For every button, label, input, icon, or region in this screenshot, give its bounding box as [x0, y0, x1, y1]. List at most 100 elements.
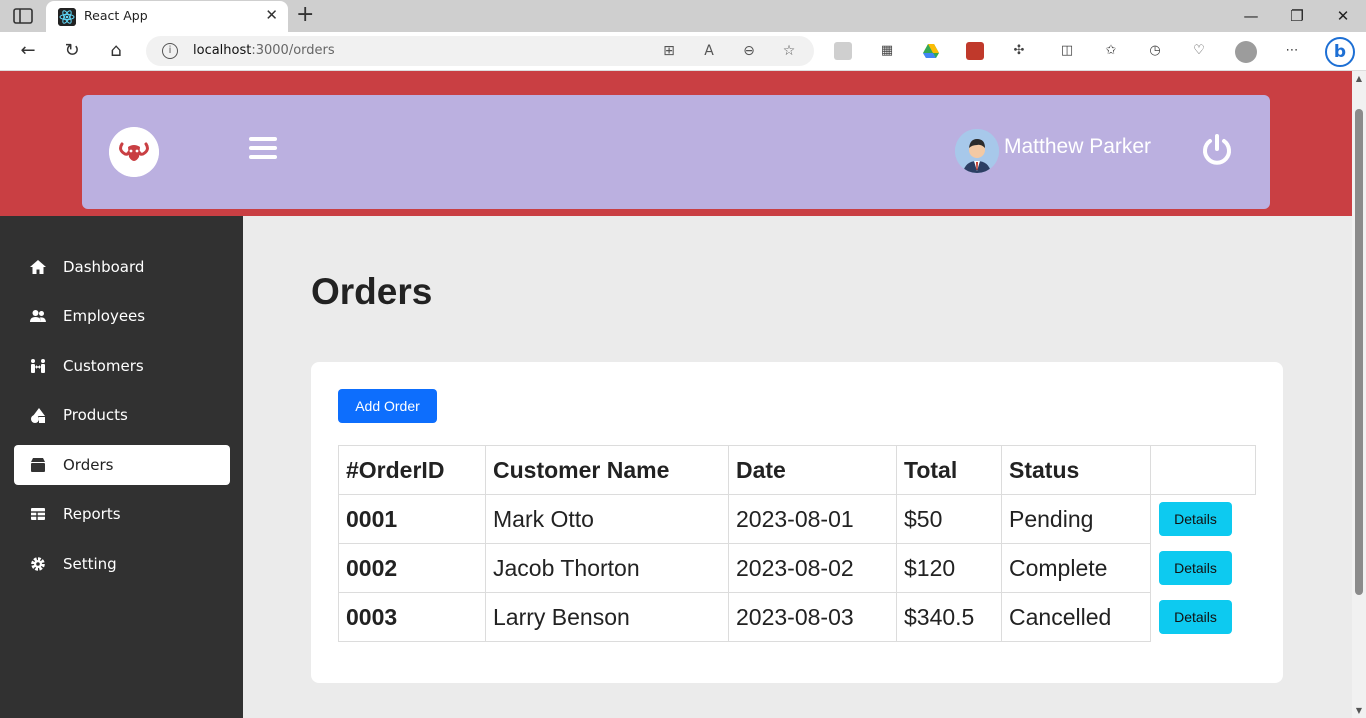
sidebar-item-setting[interactable]: Setting — [14, 544, 230, 584]
split-screen-icon[interactable]: ◫ — [1058, 42, 1076, 60]
scrollbar-thumb[interactable] — [1355, 109, 1363, 595]
date-cell: 2023-08-01 — [728, 494, 897, 544]
date-cell: 2023-08-02 — [728, 543, 897, 593]
customer-name-cell: Mark Otto — [485, 494, 729, 544]
sidebar-item-label: Reports — [63, 505, 121, 523]
scroll-up-icon[interactable]: ▲ — [1354, 74, 1364, 83]
status-cell: Complete — [1001, 543, 1151, 593]
table-icon — [31, 508, 45, 520]
sidebar-item-customers[interactable]: Customers — [14, 346, 230, 386]
close-tab-icon[interactable]: ✕ — [265, 6, 278, 24]
page-scrollbar[interactable]: ▲ ▼ — [1352, 71, 1366, 718]
sidebar-item-label: Dashboard — [63, 258, 145, 276]
add-order-button[interactable]: Add Order — [338, 389, 437, 423]
extension-red-icon[interactable] — [966, 42, 984, 60]
column-header-actions — [1150, 445, 1256, 495]
sidebar: Dashboard Employees Customers Products O… — [0, 216, 243, 718]
orders-card: Add Order #OrderID Customer Name Date To… — [311, 362, 1283, 683]
sidebar-item-label: Products — [63, 406, 128, 424]
ram-logo-icon[interactable] — [109, 127, 159, 177]
page-viewport: Matthew Parker Dashboard Employees Custo… — [0, 71, 1352, 718]
column-header-date: Date — [728, 445, 897, 495]
total-cell: $120 — [896, 543, 1002, 593]
shapes-icon — [31, 408, 45, 423]
address-bar[interactable]: i localhost:3000/orders ⊞ A ⊖ ☆ — [146, 36, 814, 66]
favorite-star-icon[interactable]: ☆ — [780, 42, 798, 60]
new-tab-icon[interactable]: + — [296, 3, 314, 27]
date-cell: 2023-08-03 — [728, 592, 897, 642]
menu-toggle-icon[interactable] — [249, 137, 277, 163]
header-band: Matthew Parker — [0, 71, 1352, 216]
extensions-puzzle-icon[interactable]: ✣ — [1010, 42, 1028, 60]
history-icon[interactable]: ◷ — [1146, 42, 1164, 60]
sidebar-item-label: Employees — [63, 307, 146, 325]
gear-icon — [31, 557, 45, 571]
sidebar-item-label: Orders — [63, 456, 114, 474]
react-favicon-icon — [58, 8, 76, 26]
extension-icon[interactable] — [834, 42, 852, 60]
customer-name-cell: Jacob Thorton — [485, 543, 729, 593]
home-icon[interactable]: ⌂ — [104, 40, 128, 62]
sidebar-item-reports[interactable]: Reports — [14, 494, 230, 534]
refresh-icon[interactable]: ↻ — [60, 40, 84, 62]
bing-copilot-icon[interactable]: b — [1325, 37, 1355, 67]
table-row: 0002 Jacob Thorton 2023-08-02 $120 Compl… — [338, 543, 1256, 593]
google-drive-icon[interactable] — [922, 42, 940, 60]
user-avatar[interactable] — [955, 129, 999, 173]
back-icon[interactable]: ← — [16, 40, 40, 62]
orders-table: #OrderID Customer Name Date Total Status… — [338, 445, 1256, 642]
sidebar-item-products[interactable]: Products — [14, 395, 230, 435]
details-button[interactable]: Details — [1159, 551, 1232, 585]
sidebar-item-orders[interactable]: Orders — [14, 445, 230, 485]
column-header-order-id: #OrderID — [338, 445, 486, 495]
sidebar-item-dashboard[interactable]: Dashboard — [14, 247, 230, 287]
tab-actions-icon[interactable] — [12, 7, 34, 25]
profile-avatar[interactable] — [1235, 41, 1257, 63]
column-header-total: Total — [896, 445, 1002, 495]
page-title: Orders — [311, 271, 433, 312]
details-button[interactable]: Details — [1159, 502, 1232, 537]
sidebar-item-label: Customers — [63, 357, 144, 375]
collections-icon[interactable]: ▦ — [878, 42, 896, 60]
read-aloud-icon[interactable]: A — [700, 42, 718, 60]
people-arrows-icon — [31, 359, 45, 373]
site-info-icon[interactable]: i — [162, 43, 178, 59]
tab-title: React App — [84, 8, 148, 23]
total-cell: $50 — [896, 494, 1002, 544]
order-id-cell: 0003 — [338, 592, 486, 642]
table-row: 0001 Mark Otto 2023-08-01 $50 Pending De… — [338, 494, 1256, 544]
top-navbar: Matthew Parker — [82, 95, 1270, 209]
sidebar-item-employees[interactable]: Employees — [14, 296, 230, 336]
performance-icon[interactable]: ♡ — [1190, 42, 1208, 60]
actions-cell: Details — [1150, 543, 1256, 593]
customer-name-cell: Larry Benson — [485, 592, 729, 642]
box-icon — [31, 458, 45, 472]
table-header-row: #OrderID Customer Name Date Total Status — [338, 445, 1256, 495]
order-id-cell: 0002 — [338, 543, 486, 593]
power-logout-icon[interactable] — [1200, 133, 1234, 167]
status-cell: Pending — [1001, 494, 1151, 544]
column-header-status: Status — [1001, 445, 1151, 495]
browser-tab-bar: React App ✕ + — ❐ ✕ — [0, 0, 1366, 32]
status-cell: Cancelled — [1001, 592, 1151, 642]
user-name[interactable]: Matthew Parker — [1004, 135, 1151, 159]
users-icon — [30, 310, 46, 322]
home-icon — [30, 260, 46, 274]
actions-cell: Details — [1150, 592, 1256, 642]
more-options-icon[interactable]: ⋯ — [1283, 42, 1301, 60]
zoom-icon[interactable]: ⊖ — [740, 42, 758, 60]
sidebar-item-label: Setting — [63, 555, 117, 573]
scroll-down-icon[interactable]: ▼ — [1354, 706, 1364, 715]
details-button[interactable]: Details — [1159, 600, 1232, 634]
actions-cell: Details — [1150, 494, 1256, 544]
url-text[interactable]: localhost:3000/orders — [193, 43, 335, 58]
restore-icon[interactable]: ❐ — [1274, 4, 1320, 28]
favorites-icon[interactable]: ✩ — [1102, 42, 1120, 60]
total-cell: $340.5 — [896, 592, 1002, 642]
browser-toolbar: ← ↻ ⌂ i localhost:3000/orders ⊞ A ⊖ ☆ ▦ … — [0, 32, 1366, 71]
minimize-icon[interactable]: — — [1228, 4, 1274, 28]
column-header-customer-name: Customer Name — [485, 445, 729, 495]
browser-tab[interactable]: React App ✕ — [46, 1, 288, 32]
close-window-icon[interactable]: ✕ — [1320, 4, 1366, 28]
app-available-icon[interactable]: ⊞ — [660, 42, 678, 60]
